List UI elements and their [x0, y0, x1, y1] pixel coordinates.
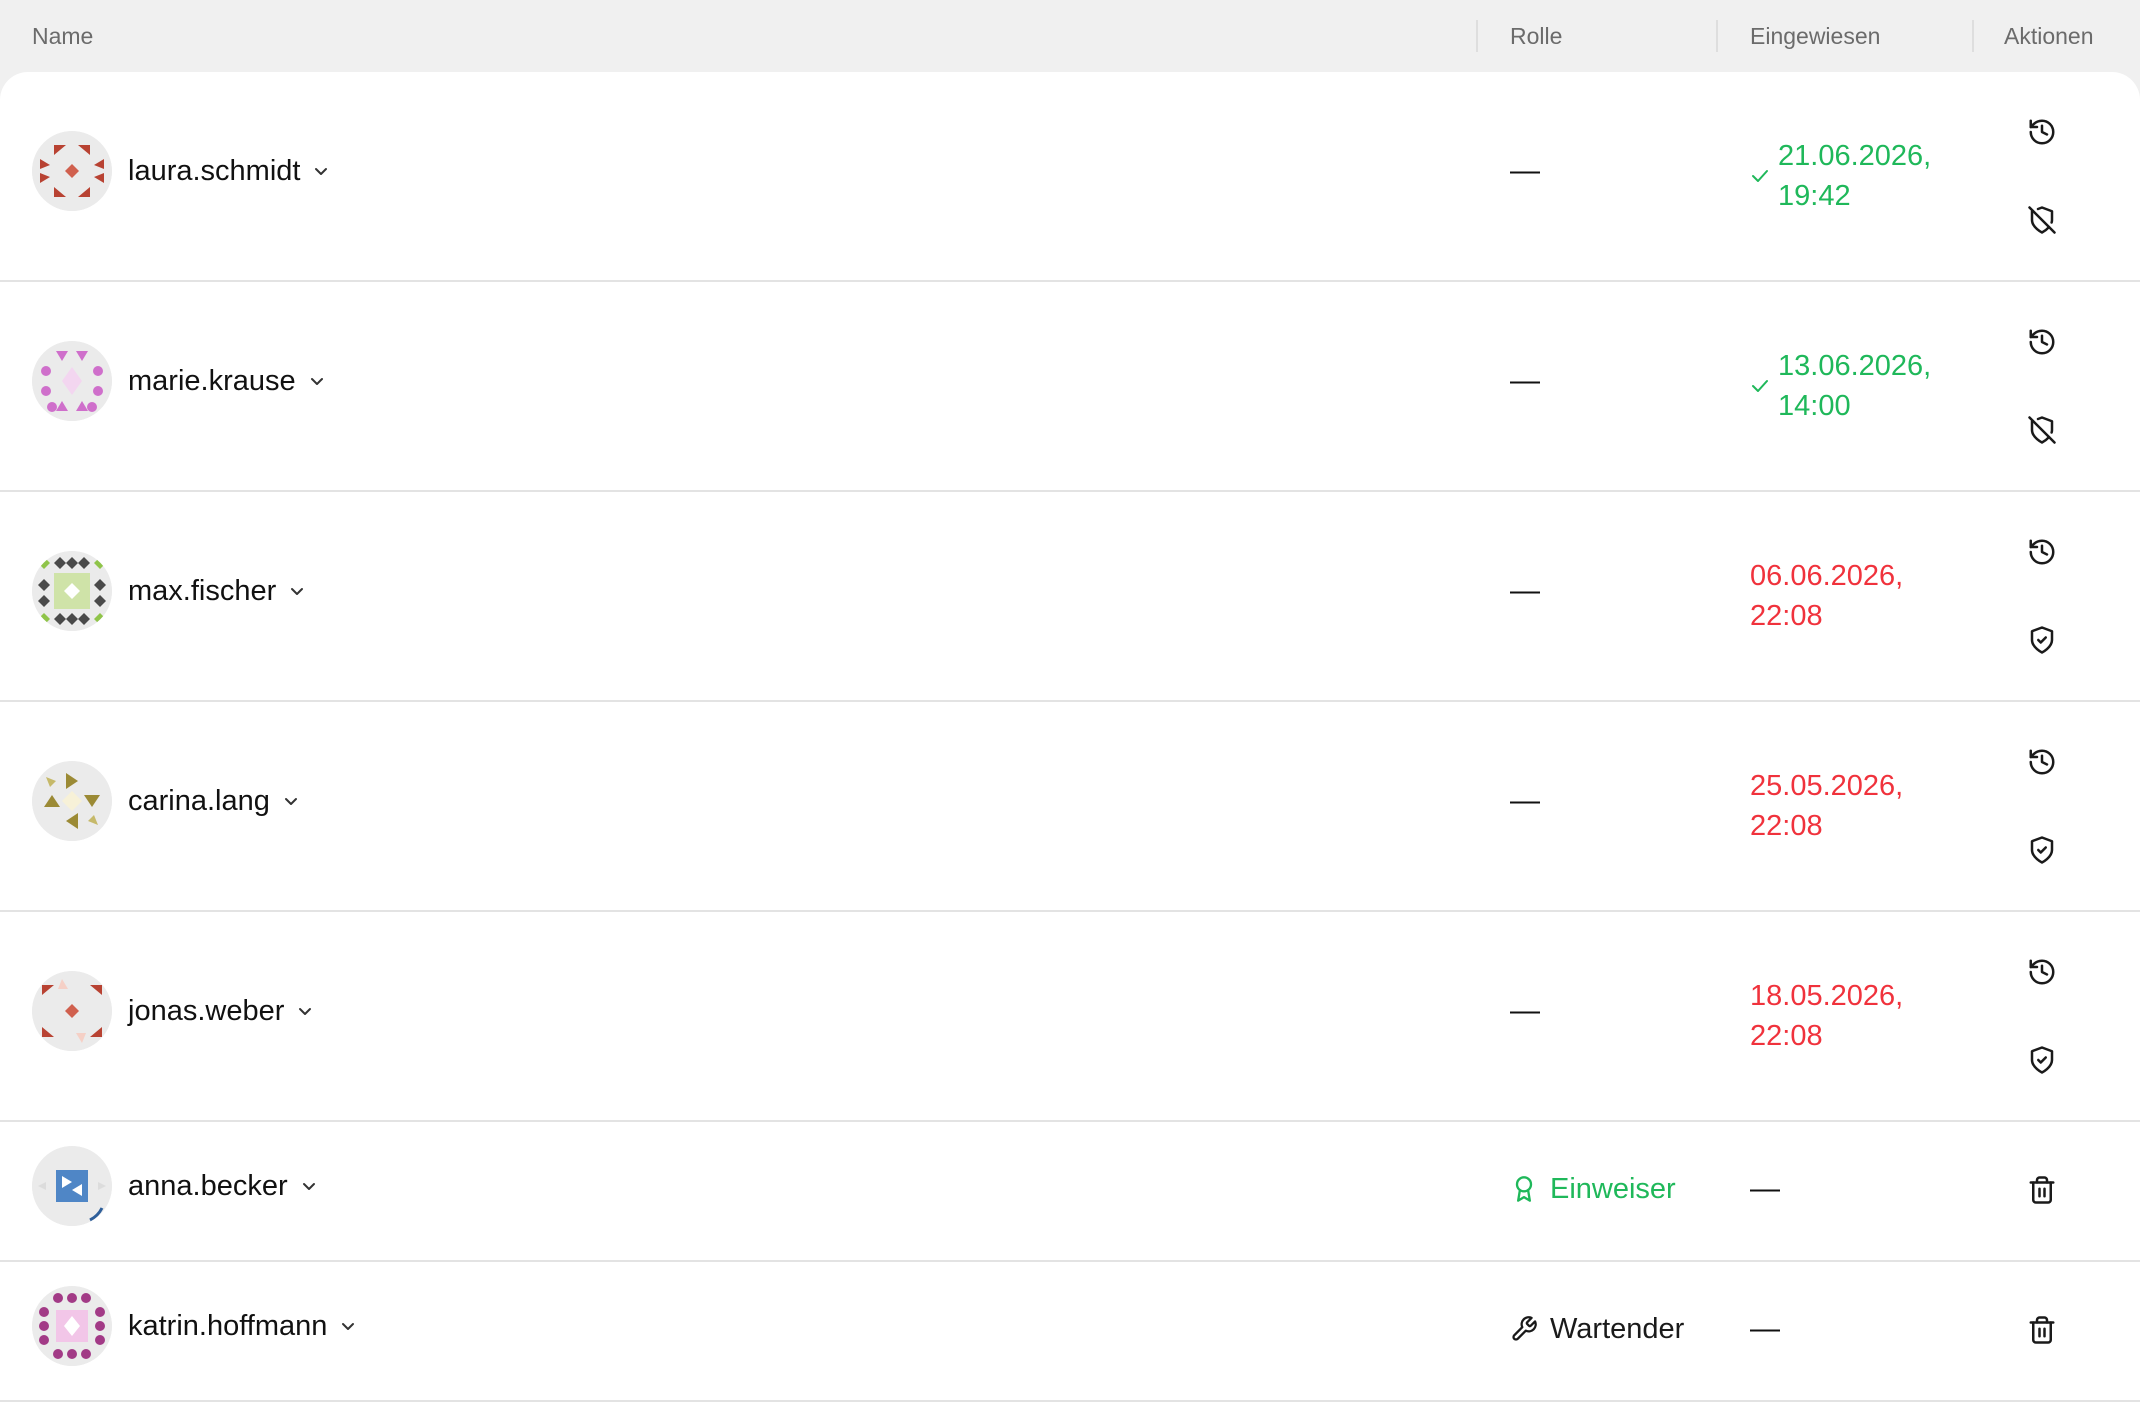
inducted-date: 18.05.2026, 22:08	[1750, 980, 1904, 1052]
inducted-date: 13.06.2026, 14:00	[1778, 350, 1932, 422]
user-name-dropdown[interactable]: marie.krause	[128, 361, 326, 401]
table-body: laura.schmidt — 21.06.2026, 19:42 marie.…	[0, 72, 2140, 1402]
delete-button[interactable]	[2020, 1170, 2064, 1214]
history-icon	[2027, 327, 2057, 362]
trash-icon	[2027, 1315, 2057, 1350]
chevron-down-icon	[296, 1002, 314, 1020]
chevron-down-icon	[288, 582, 306, 600]
user-name-dropdown[interactable]: laura.schmidt	[128, 151, 330, 191]
user-name-dropdown[interactable]: jonas.weber	[128, 991, 314, 1031]
shield-off-icon	[2027, 415, 2057, 450]
revoke-induction-button[interactable]	[2020, 200, 2064, 244]
check-icon	[1750, 376, 1770, 401]
column-divider	[1972, 20, 1974, 52]
role-empty: —	[1510, 994, 1540, 1027]
user-name: anna.becker	[128, 1169, 288, 1202]
inducted-date: 21.06.2026, 19:42	[1778, 140, 1932, 212]
inducted-empty: —	[1750, 1172, 1780, 1205]
avatar	[32, 1146, 112, 1226]
role-empty: —	[1510, 784, 1540, 817]
column-header-role[interactable]: Rolle	[1510, 0, 1562, 72]
confirm-induction-button[interactable]	[2020, 830, 2064, 874]
chevron-down-icon	[312, 162, 330, 180]
avatar	[32, 341, 112, 421]
role-empty: —	[1510, 154, 1540, 187]
column-divider	[1476, 20, 1478, 52]
history-button[interactable]	[2020, 742, 2064, 786]
role-badge: Wartender	[1510, 1309, 1684, 1349]
chevron-down-icon	[300, 1177, 318, 1195]
history-icon	[2027, 537, 2057, 572]
role-label: Einweiser	[1550, 1172, 1676, 1205]
table-header: Name Rolle Eingewiesen Aktionen	[0, 0, 2140, 72]
role-label: Wartender	[1550, 1312, 1685, 1345]
history-button[interactable]	[2020, 952, 2064, 996]
delete-button[interactable]	[2020, 1310, 2064, 1354]
chevron-down-icon	[282, 792, 300, 810]
avatar	[32, 1286, 112, 1366]
user-name: jonas.weber	[128, 994, 285, 1027]
column-header-name[interactable]: Name	[32, 0, 93, 72]
inducted-empty: —	[1750, 1312, 1780, 1345]
user-name: laura.schmidt	[128, 154, 301, 187]
role-empty: —	[1510, 574, 1540, 607]
user-name-dropdown[interactable]: anna.becker	[128, 1166, 318, 1206]
inducted-date: 25.05.2026, 22:08	[1750, 770, 1904, 842]
user-name-dropdown[interactable]: katrin.hoffmann	[128, 1306, 357, 1346]
shield-off-icon	[2027, 205, 2057, 240]
inducted-date: 06.06.2026, 22:08	[1750, 560, 1904, 632]
table-row: anna.becker Einweiser —	[0, 1122, 2140, 1262]
history-button[interactable]	[2020, 112, 2064, 156]
award-icon	[1510, 1175, 1538, 1203]
user-name: max.fischer	[128, 574, 277, 607]
table-row: max.fischer — 06.06.2026, 22:08	[0, 492, 2140, 702]
history-icon	[2027, 747, 2057, 782]
user-name-dropdown[interactable]: carina.lang	[128, 781, 300, 821]
user-name-dropdown[interactable]: max.fischer	[128, 571, 306, 611]
user-name: marie.krause	[128, 364, 296, 397]
shield-check-icon	[2027, 1045, 2057, 1080]
shield-check-icon	[2027, 625, 2057, 660]
chevron-down-icon	[339, 1317, 357, 1335]
role-empty: —	[1510, 364, 1540, 397]
revoke-induction-button[interactable]	[2020, 410, 2064, 454]
history-icon	[2027, 117, 2057, 152]
confirm-induction-button[interactable]	[2020, 620, 2064, 664]
avatar	[32, 551, 112, 631]
history-button[interactable]	[2020, 322, 2064, 366]
shield-check-icon	[2027, 835, 2057, 870]
table-row: katrin.hoffmann Wartender —	[0, 1262, 2140, 1402]
table-row: carina.lang — 25.05.2026, 22:08	[0, 702, 2140, 912]
table-row: jonas.weber — 18.05.2026, 22:08	[0, 912, 2140, 1122]
avatar	[32, 971, 112, 1051]
table-row: laura.schmidt — 21.06.2026, 19:42	[0, 72, 2140, 282]
wrench-icon	[1510, 1315, 1538, 1343]
table-row: marie.krause — 13.06.2026, 14:00	[0, 282, 2140, 492]
column-divider	[1716, 20, 1718, 52]
history-button[interactable]	[2020, 532, 2064, 576]
column-header-actions: Aktionen	[2004, 22, 2094, 49]
trash-icon	[2027, 1175, 2057, 1210]
chevron-down-icon	[308, 372, 326, 390]
check-icon	[1750, 166, 1770, 191]
user-name: carina.lang	[128, 784, 270, 817]
user-name: katrin.hoffmann	[128, 1309, 328, 1342]
confirm-induction-button[interactable]	[2020, 1040, 2064, 1084]
users-table: Name Rolle Eingewiesen Aktionen laura.sc…	[0, 0, 2140, 1402]
column-header-inducted[interactable]: Eingewiesen	[1750, 0, 1880, 72]
role-badge: Einweiser	[1510, 1169, 1676, 1209]
avatar	[32, 761, 112, 841]
avatar	[32, 131, 112, 211]
history-icon	[2027, 957, 2057, 992]
